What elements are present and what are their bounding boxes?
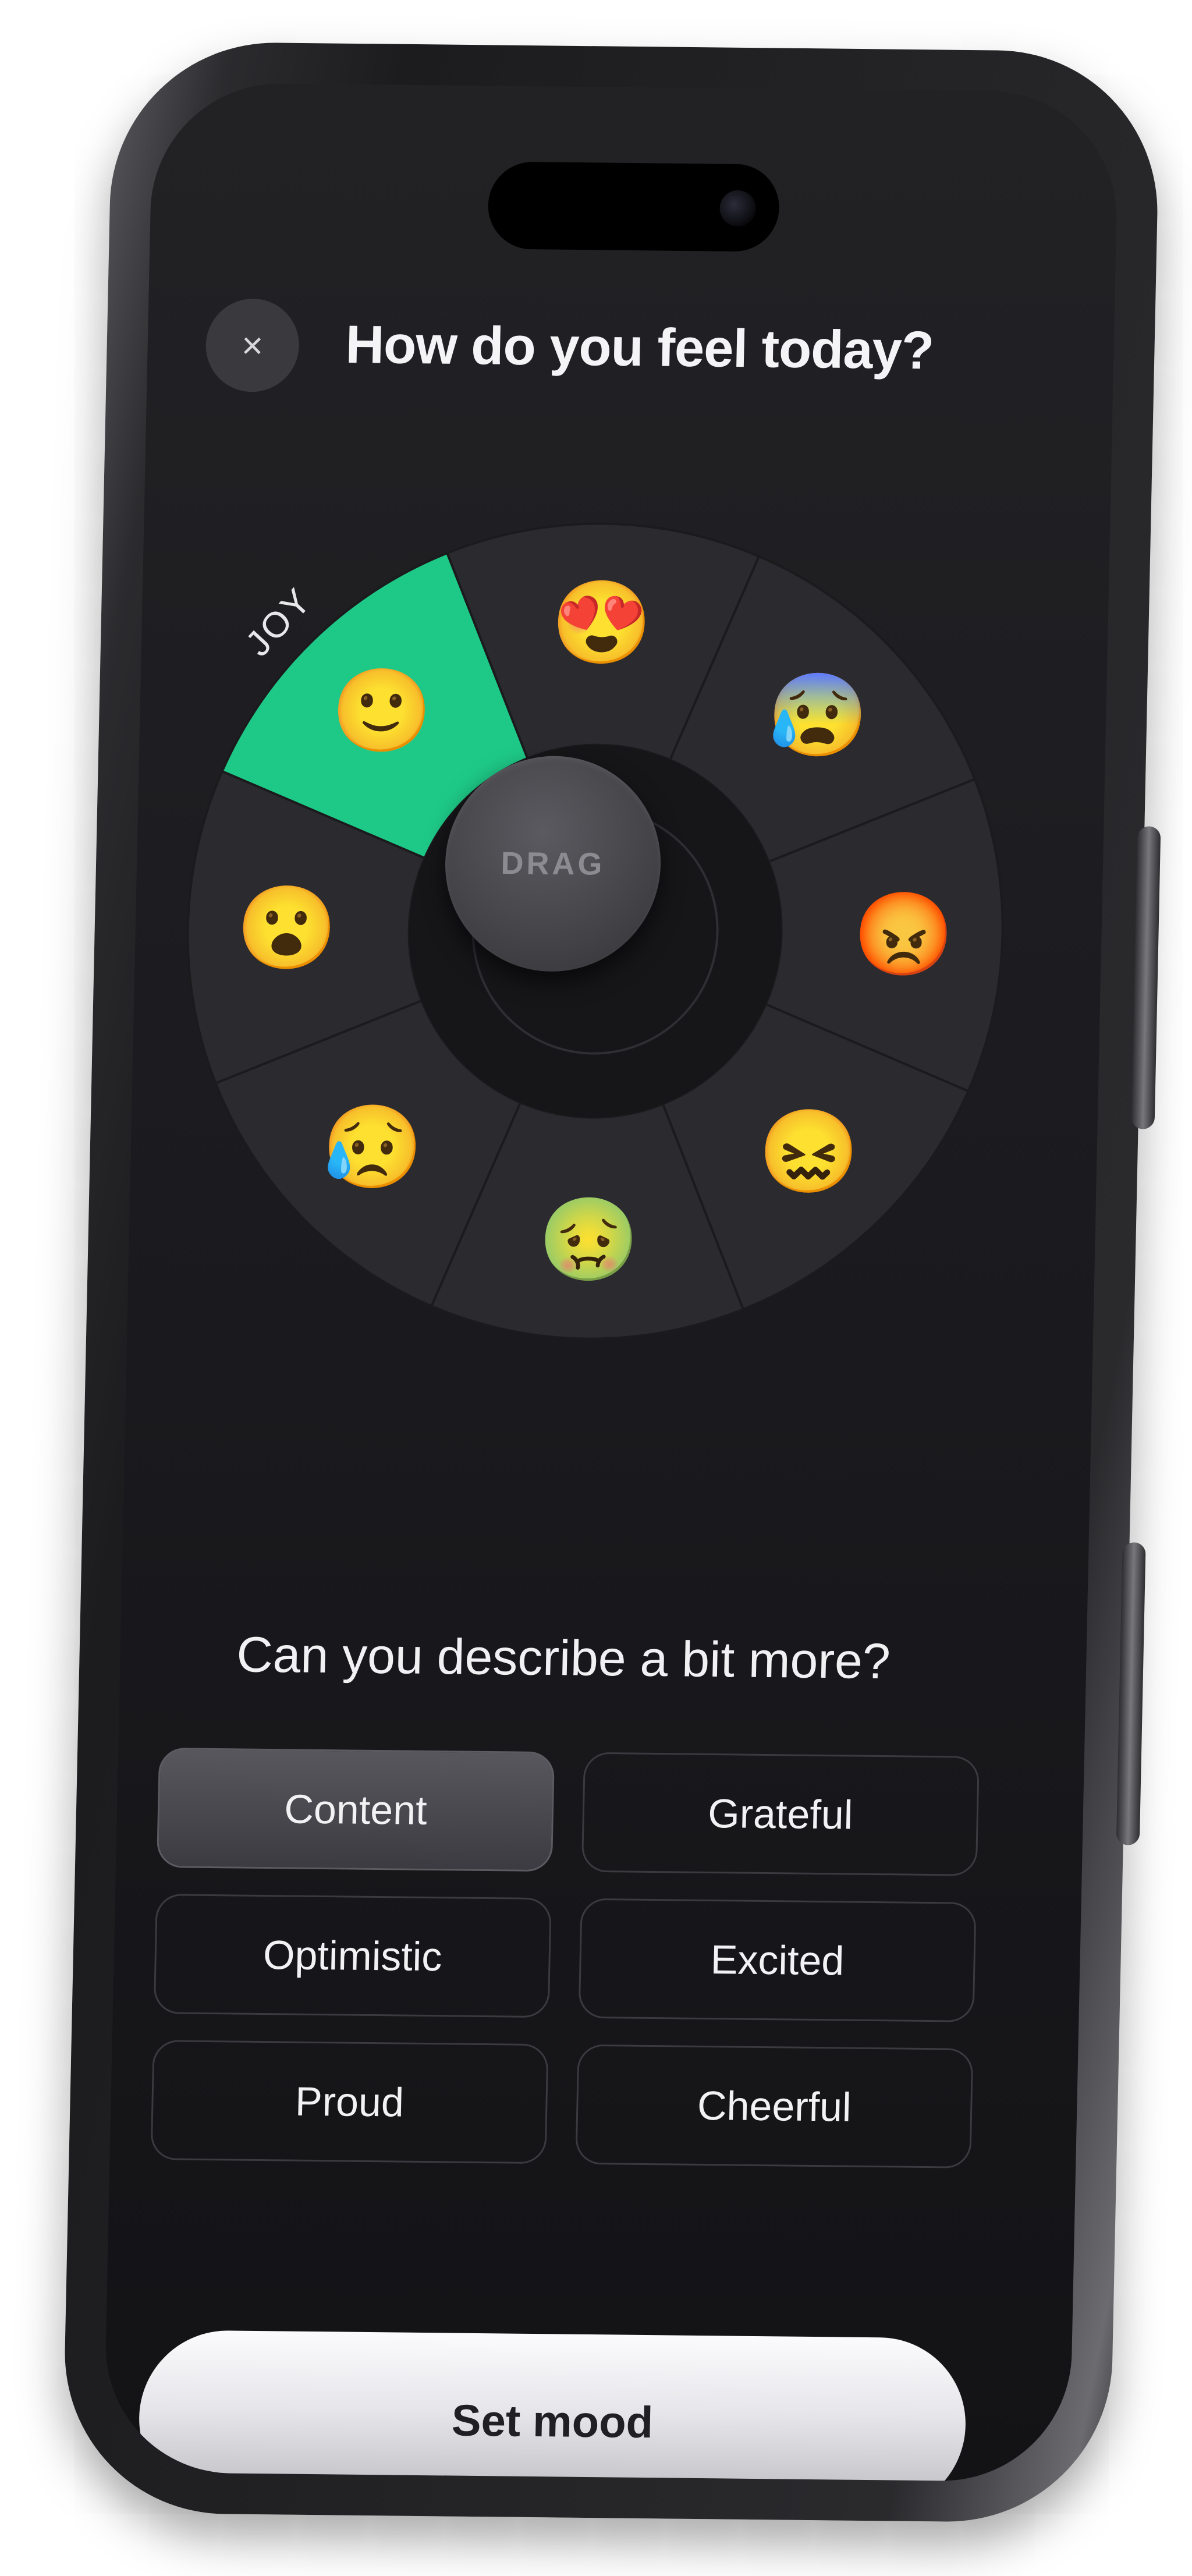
drag-label: DRAG (500, 845, 606, 882)
side-button (1131, 826, 1161, 1129)
option-proud[interactable]: Proud (150, 2040, 549, 2164)
option-optimistic[interactable]: Optimistic (153, 1894, 552, 2018)
close-button[interactable]: × (205, 298, 300, 393)
option-content[interactable]: Content (156, 1748, 555, 1872)
close-icon: × (241, 324, 264, 367)
stage: × How do you feel today? 🙂 😍 😰 😡 😖 🤢 😥 😮 JOY DR… (0, 0, 1192, 2576)
dynamic-island (487, 161, 781, 252)
set-mood-button[interactable]: Set mood (137, 2329, 968, 2482)
grinning-face-icon: 🙂 (330, 664, 434, 757)
angry-face-icon: 😡 (852, 888, 956, 980)
phone-frame: × How do you feel today? 🙂 😍 😰 😡 😖 🤢 😥 😮 JOY DR… (61, 41, 1161, 2524)
camera-icon (719, 190, 757, 227)
option-grateful[interactable]: Grateful (581, 1752, 980, 1876)
sad-relieved-face-icon: 😥 (321, 1101, 424, 1193)
surprised-face-icon: 😮 (235, 881, 339, 974)
nauseated-face-icon: 🤢 (537, 1193, 641, 1286)
heart-eyes-face-icon: 😍 (550, 576, 654, 669)
section-subtitle: Can you describe a bit more? (236, 1627, 891, 1690)
feeling-options: Content Grateful Optimistic Excited Prou… (150, 1748, 980, 2168)
screen: × How do you feel today? 🙂 😍 😰 😡 😖 🤢 😥 😮 JOY DR… (103, 82, 1119, 2482)
anxious-face-icon: 😰 (766, 669, 870, 761)
confounded-face-icon: 😖 (757, 1105, 861, 1197)
page-title: How do you feel today? (345, 314, 935, 381)
option-excited[interactable]: Excited (578, 1898, 977, 2022)
side-button (1116, 1542, 1146, 1845)
option-cheerful[interactable]: Cheerful (575, 2044, 974, 2168)
